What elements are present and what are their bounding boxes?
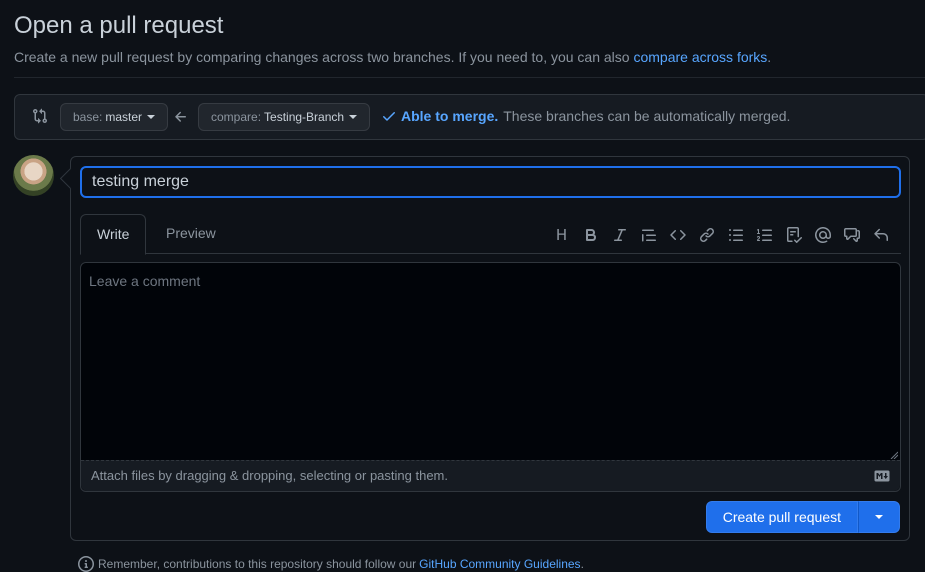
check-icon — [383, 112, 395, 121]
reply-icon[interactable] — [866, 225, 895, 245]
create-pull-request-button[interactable]: Create pull request — [705, 501, 858, 533]
link-icon[interactable] — [692, 225, 721, 245]
subtitle-text: Create a new pull request by comparing c… — [14, 49, 630, 65]
italic-icon[interactable] — [605, 225, 634, 245]
pull-request-composer: Write Preview H — [70, 156, 910, 541]
attach-files-bar[interactable]: Attach files by dragging & dropping, sel… — [81, 460, 900, 491]
create-pull-request-group: Create pull request — [705, 501, 900, 533]
guidelines-note: Remember, contributions to this reposito… — [78, 556, 584, 572]
bold-icon[interactable] — [576, 225, 605, 245]
git-compare-icon — [33, 108, 48, 124]
compare-branch-name: Testing-Branch — [264, 110, 345, 124]
base-prefix: base: — [73, 110, 103, 124]
page-title: Open a pull request — [14, 12, 224, 39]
header-divider — [14, 77, 925, 78]
base-branch-name: master — [105, 110, 143, 124]
editor-tabs: Write Preview H — [80, 214, 901, 255]
compare-across-forks-link[interactable]: compare across forks — [633, 49, 767, 65]
subtitle-end: . — [767, 49, 772, 65]
comment-editor: Attach files by dragging & dropping, sel… — [80, 262, 901, 492]
base-branch-select[interactable]: base: master — [60, 103, 169, 131]
code-icon[interactable] — [663, 225, 692, 245]
guidelines-end: . — [580, 557, 584, 571]
task-list-icon[interactable] — [779, 225, 808, 245]
title-input[interactable] — [80, 166, 901, 198]
chevron-down-icon — [349, 115, 358, 119]
heading-icon[interactable]: H — [547, 225, 576, 245]
page-subtitle: Create a new pull request by comparing c… — [14, 49, 771, 65]
merge-status: Able to merge. These branches can be aut… — [381, 108, 790, 124]
numbered-list-icon[interactable] — [750, 225, 779, 245]
tab-preview[interactable]: Preview — [150, 214, 232, 254]
chevron-down-icon — [147, 115, 156, 119]
mention-icon[interactable] — [808, 225, 837, 245]
community-guidelines-link[interactable]: GitHub Community Guidelines — [419, 557, 580, 571]
create-options-dropdown[interactable] — [858, 501, 900, 533]
branch-range-editor: base: master compare: Testing-Branch Abl… — [14, 94, 925, 140]
merge-detail-text: These branches can be automatically merg… — [503, 108, 791, 124]
merge-ok-text: Able to merge. — [401, 108, 499, 124]
avatar — [13, 155, 54, 196]
tab-write[interactable]: Write — [80, 214, 147, 255]
cross-reference-icon[interactable] — [837, 225, 866, 245]
arrow-left-icon — [175, 111, 186, 122]
chevron-down-icon — [875, 515, 883, 519]
compare-prefix: compare: — [211, 110, 262, 124]
markdown-icon[interactable] — [874, 470, 890, 482]
comment-textarea[interactable] — [81, 263, 900, 461]
attach-hint: Attach files by dragging & dropping, sel… — [91, 468, 448, 483]
resize-grip-icon[interactable] — [890, 451, 898, 459]
bullet-list-icon[interactable] — [721, 225, 750, 245]
quote-icon[interactable] — [634, 225, 663, 245]
compare-branch-select[interactable]: compare: Testing-Branch — [198, 103, 371, 131]
info-icon — [78, 556, 94, 572]
remember-text: Remember, contributions to this reposito… — [98, 557, 417, 571]
markdown-toolbar: H — [547, 225, 895, 245]
